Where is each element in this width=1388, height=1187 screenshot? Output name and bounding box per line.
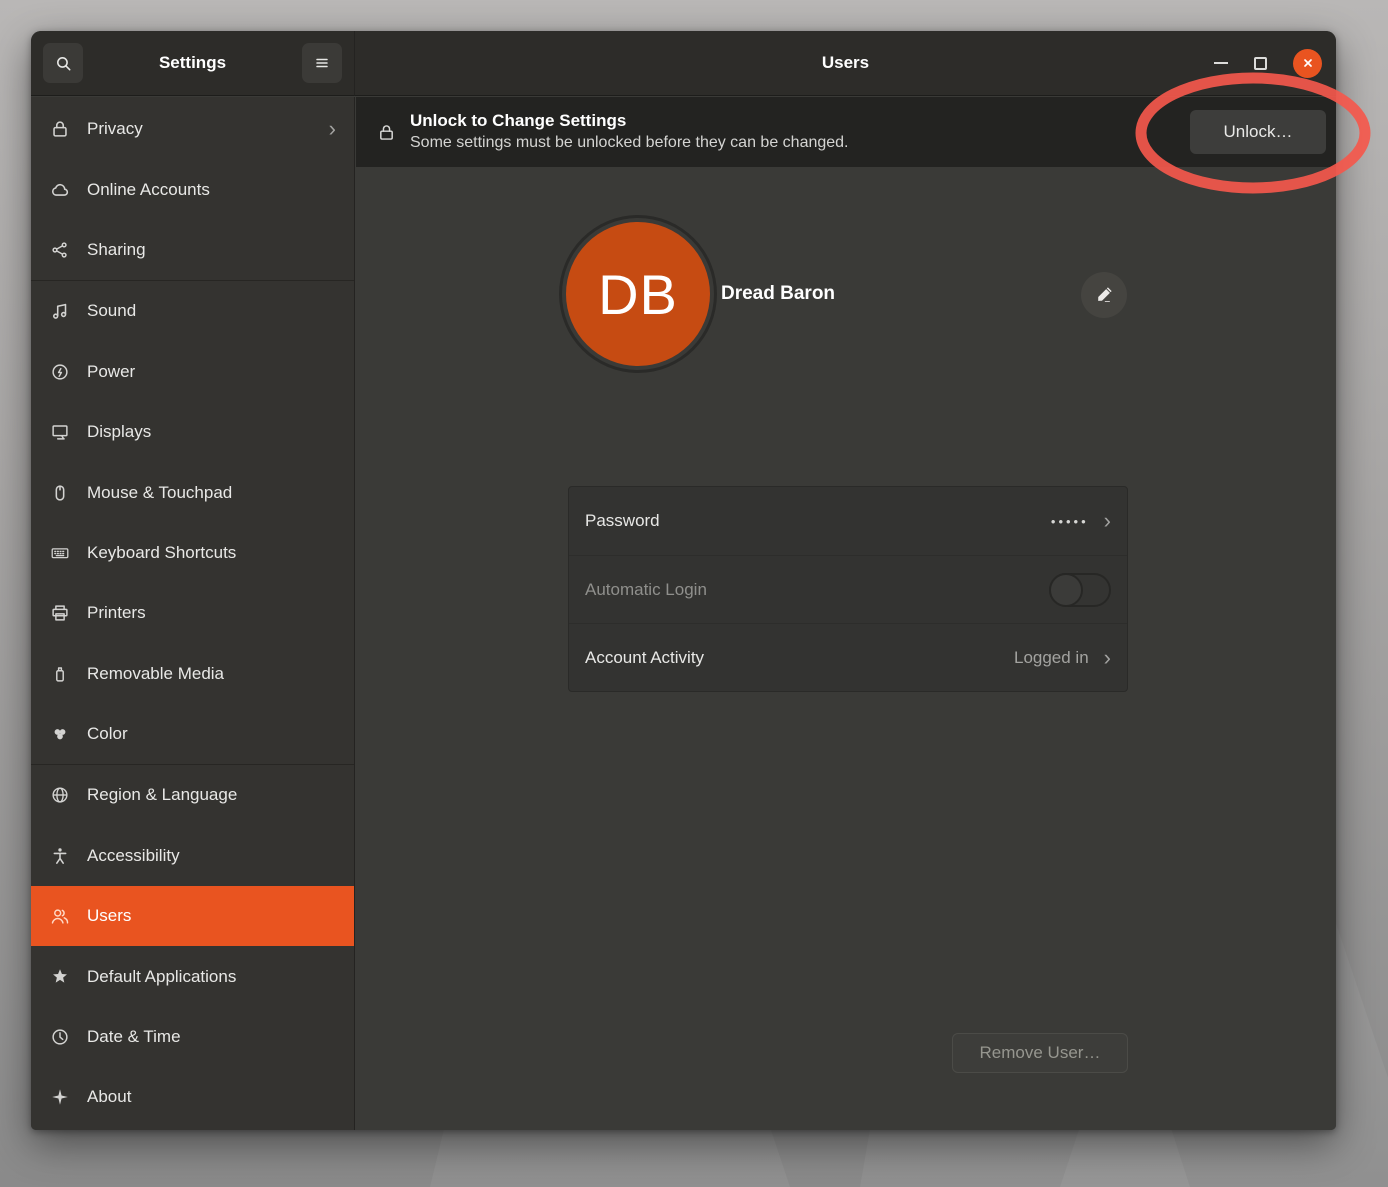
sidebar-item-displays[interactable]: Displays [31,402,354,462]
sidebar-item-label: Color [87,724,336,744]
sidebar-item-label: Power [87,362,336,382]
sidebar-item-about[interactable]: About [31,1067,354,1127]
primary-menu-button[interactable] [302,43,342,83]
chevron-right-icon: › [1104,510,1111,532]
toggle-knob [1049,573,1083,607]
automatic-login-row: Automatic Login [569,555,1127,623]
cloud-icon [49,179,71,201]
sidebar-item-default-applications[interactable]: Default Applications [31,946,354,1006]
remove-user-button[interactable]: Remove User… [952,1033,1128,1073]
unlock-banner-title: Unlock to Change Settings [410,110,849,132]
sidebar-item-color[interactable]: Color [31,704,354,764]
sidebar-item-sound[interactable]: Sound [31,281,354,341]
usb-drive-icon [49,663,71,685]
search-button[interactable] [43,43,83,83]
password-value: ••••• [1051,514,1089,529]
lock-icon [376,122,397,143]
sidebar-headerbar: Settings [31,31,355,96]
music-note-icon [49,300,71,322]
star-icon [49,966,71,988]
sidebar-item-label: Accessibility [87,846,336,866]
avatar: DB [566,222,710,366]
color-circles-icon [49,723,71,745]
sidebar: Privacy › Online Accounts Sharing Sound … [31,97,355,1130]
sidebar-item-label: Displays [87,422,336,442]
avatar-initials: DB [598,262,678,327]
auth-card: Password ••••• › Automatic Login Account… [568,486,1128,692]
display-icon [49,421,71,443]
keyboard-icon [49,542,71,564]
sidebar-item-label: Sharing [87,240,336,260]
automatic-login-label: Automatic Login [585,580,1049,600]
sidebar-item-region-language[interactable]: Region & Language [31,765,354,825]
sidebar-item-online-accounts[interactable]: Online Accounts [31,159,354,219]
unlock-banner-text: Unlock to Change Settings Some settings … [410,110,849,154]
minimize-button[interactable] [1214,62,1228,64]
mouse-icon [49,482,71,504]
account-activity-label: Account Activity [585,648,1014,668]
sparkle-icon [49,1086,71,1108]
power-icon [49,361,71,383]
sidebar-item-label: Sound [87,301,336,321]
settings-window: Settings Users Privacy › Online Accounts… [31,31,1336,1130]
edit-user-button[interactable] [1081,272,1127,318]
users-icon [49,905,71,927]
sidebar-item-label: Removable Media [87,664,336,684]
sidebar-item-label: Default Applications [87,967,336,987]
unlock-banner: Unlock to Change Settings Some settings … [356,97,1336,167]
chevron-right-icon: › [1104,647,1111,669]
sidebar-item-sharing[interactable]: Sharing [31,220,354,280]
unlock-button[interactable]: Unlock… [1190,110,1326,154]
lock-icon [49,118,71,140]
sidebar-item-accessibility[interactable]: Accessibility [31,826,354,886]
close-button[interactable] [1293,49,1322,78]
maximize-button[interactable] [1254,57,1267,70]
sidebar-title: Settings [159,53,226,73]
share-icon [49,239,71,261]
sidebar-item-label: Online Accounts [87,180,336,200]
printer-icon [49,602,71,624]
window-headerbar: Users [355,31,1336,96]
sidebar-item-users[interactable]: Users [31,886,354,946]
sidebar-item-mouse-touchpad[interactable]: Mouse & Touchpad [31,462,354,522]
sidebar-item-label: Printers [87,603,336,623]
pencil-icon [1094,285,1114,305]
sidebar-item-label: Region & Language [87,785,336,805]
sidebar-item-label: Keyboard Shortcuts [87,543,336,563]
sidebar-item-privacy[interactable]: Privacy › [31,99,354,159]
window-controls [1214,49,1322,78]
search-icon [53,53,74,74]
chevron-right-icon: › [329,118,336,140]
sidebar-item-label: About [87,1087,336,1107]
users-panel: Unlock to Change Settings Some settings … [356,97,1336,1130]
account-activity-value: Logged in [1014,648,1089,668]
sidebar-item-printers[interactable]: Printers [31,583,354,643]
account-activity-row[interactable]: Account Activity Logged in › [569,623,1127,691]
user-name: Dread Baron [721,283,835,305]
sidebar-item-label: Mouse & Touchpad [87,483,336,503]
close-icon [1299,54,1317,72]
sidebar-item-label: Users [87,906,336,926]
password-label: Password [585,511,1051,531]
sidebar-item-label: Date & Time [87,1027,336,1047]
automatic-login-toggle[interactable] [1049,573,1111,607]
window-title: Users [355,53,1336,73]
sidebar-item-power[interactable]: Power [31,342,354,402]
unlock-banner-subtitle: Some settings must be unlocked before th… [410,132,849,154]
clock-icon [49,1026,71,1048]
sidebar-item-label: Privacy [87,119,329,139]
accessibility-icon [49,845,71,867]
sidebar-item-removable-media[interactable]: Removable Media [31,644,354,704]
password-row[interactable]: Password ••••• › [569,487,1127,555]
sidebar-item-keyboard-shortcuts[interactable]: Keyboard Shortcuts [31,523,354,583]
sidebar-item-date-time[interactable]: Date & Time [31,1007,354,1067]
hamburger-menu-icon [312,53,332,73]
globe-icon [49,784,71,806]
